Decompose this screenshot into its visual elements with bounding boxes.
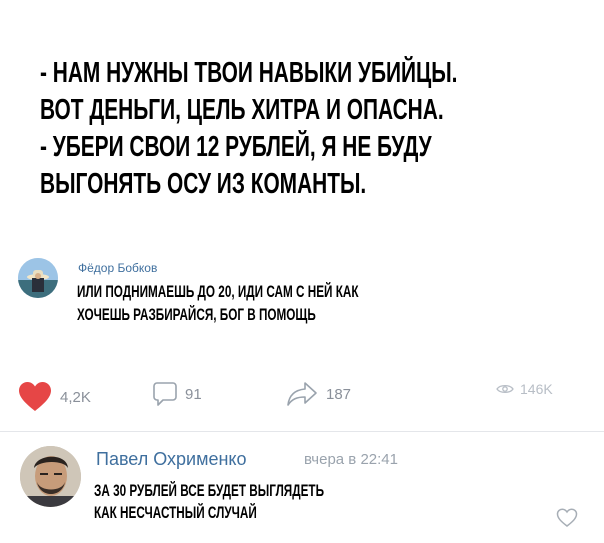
comment-text-line: ИЛИ ПОДНИМАЕШЬ ДО 20, ИДИ САМ С НЕЙ КАК	[77, 282, 359, 301]
comment-text-line: КАК НЕСЧАСТНЫЙ СЛУЧАЙ	[94, 503, 257, 522]
comment-text-line: ЗА 30 РУБЛЕЙ ВСЕ БУДЕТ ВЫГЛЯДЕТЬ	[94, 481, 325, 500]
divider	[0, 431, 604, 432]
comment-timestamp[interactable]: вчера в 22:41	[304, 451, 398, 468]
post-text: - НАМ НУЖНЫ ТВОИ НАВЫКИ УБИЙЦЫ. ВОТ ДЕНЬ…	[40, 55, 604, 203]
comment-button[interactable]: 91	[152, 381, 202, 407]
share-button[interactable]: 187	[286, 381, 351, 407]
comments-count: 91	[185, 385, 202, 403]
views-counter: 146K	[496, 381, 553, 397]
post-text-line: ВЫГОНЯТЬ ОСУ ИЗ КОМАНТЫ.	[40, 168, 367, 200]
views-count: 146K	[520, 381, 553, 397]
share-arrow-icon	[287, 382, 317, 406]
comment-like-button[interactable]	[556, 508, 578, 533]
avatar[interactable]	[18, 258, 58, 298]
post-text-line: - НАМ НУЖНЫ ТВОИ НАВЫКИ УБИЙЦЫ.	[40, 57, 458, 89]
comment-text-line: ХОЧЕШЬ РАЗБИРАЙСЯ, БОГ В ПОМОЩЬ	[77, 305, 316, 324]
avatar-photo-icon	[20, 446, 81, 507]
heart-outline-icon	[556, 508, 578, 527]
post-text-line: ВОТ ДЕНЬГИ, ЦЕЛЬ ХИТРА И ОПАСНА.	[40, 94, 444, 126]
comment-text: ИЛИ ПОДНИМАЕШЬ ДО 20, ИДИ САМ С НЕЙ КАК …	[77, 280, 485, 326]
shares-count: 187	[326, 385, 352, 403]
comment-author[interactable]: Фёдор Бобков	[78, 261, 157, 275]
avatar[interactable]	[20, 446, 81, 507]
comment-bubble-icon	[153, 382, 177, 406]
like-button[interactable]: 4,2K	[18, 381, 91, 413]
avatar-photo-icon	[18, 258, 58, 298]
eye-icon	[496, 384, 514, 394]
likes-count: 4,2K	[60, 388, 91, 406]
heart-icon	[19, 382, 51, 411]
post-text-line: - УБЕРИ СВОИ 12 РУБЛЕЙ, Я НЕ БУДУ	[40, 131, 432, 163]
comment-author[interactable]: Павел Охрименко	[96, 449, 247, 470]
comment-text: ЗА 30 РУБЛЕЙ ВСЕ БУДЕТ ВЫГЛЯДЕТЬ КАК НЕС…	[94, 480, 427, 524]
